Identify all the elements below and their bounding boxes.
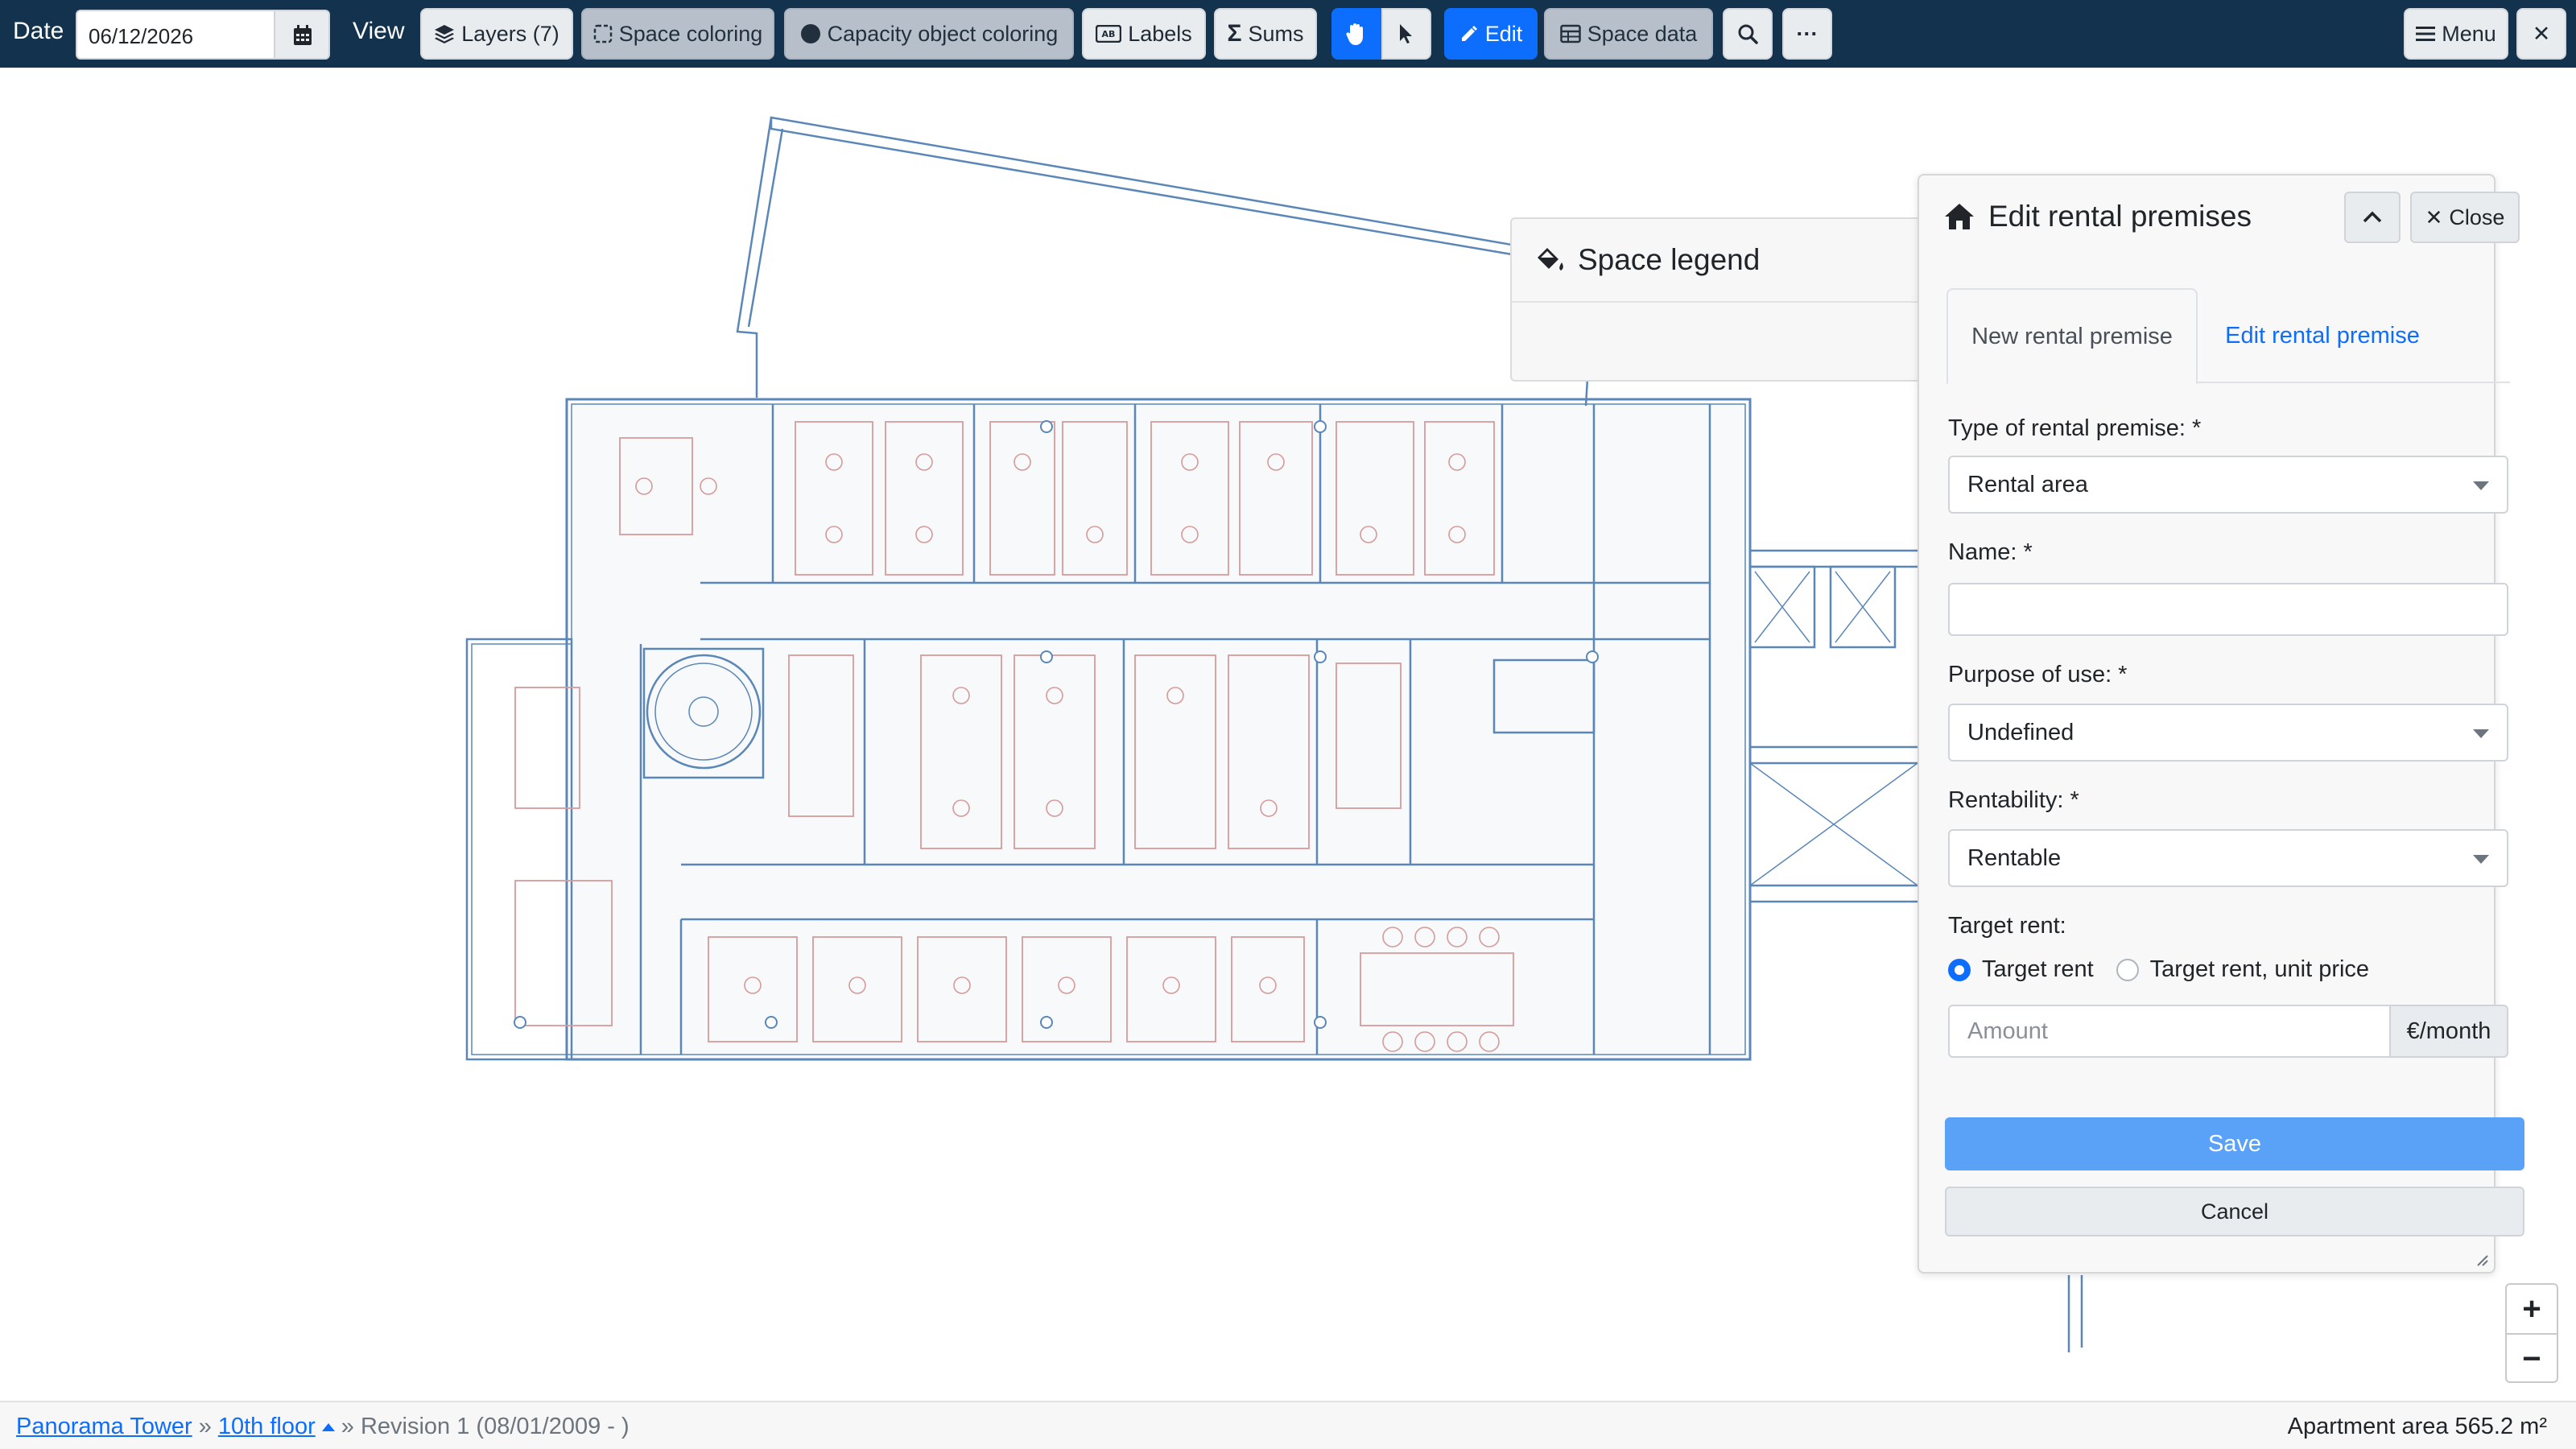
- cursor-arrow-icon: [1400, 24, 1412, 43]
- radio-target-rent-label[interactable]: Target rent: [1982, 956, 2094, 983]
- edit-rental-premises-panel: Edit rental premises ✕ Close New rental …: [1918, 174, 2524, 1274]
- rentability-select[interactable]: Rentable: [1948, 829, 2508, 887]
- radio-target-rent-unit-price[interactable]: [2116, 958, 2139, 981]
- space-coloring-button[interactable]: Space coloring: [581, 8, 774, 60]
- layers-icon: [435, 25, 455, 43]
- rentability-label: Rentability: *: [1948, 787, 2079, 813]
- more-button[interactable]: ···: [1782, 8, 1832, 60]
- name-input[interactable]: [1948, 583, 2508, 636]
- tab-new-rental-premise[interactable]: New rental premise: [1946, 288, 2198, 385]
- target-rent-label: Target rent:: [1948, 913, 2066, 939]
- breadcrumb-floor-link[interactable]: 10th floor: [218, 1414, 316, 1440]
- purpose-label: Purpose of use: *: [1948, 662, 2128, 687]
- panel-title: Edit rental premises: [1943, 200, 2252, 233]
- calendar-icon: [294, 25, 312, 45]
- menu-button[interactable]: Menu: [2404, 8, 2508, 60]
- capacity-object-coloring-button[interactable]: Capacity object coloring: [784, 8, 1074, 60]
- svg-text:AB: AB: [1102, 29, 1116, 39]
- hand-icon: [1346, 23, 1363, 45]
- close-panel-button[interactable]: ✕ Close: [2410, 192, 2520, 243]
- type-select[interactable]: Rental area: [1948, 456, 2508, 514]
- resize-handle-icon[interactable]: [2475, 1253, 2489, 1267]
- status-bar: Panorama Tower » 10th floor » Revision 1…: [0, 1401, 2576, 1449]
- caret-up-icon[interactable]: [321, 1422, 335, 1431]
- tab-edit-rental-premise[interactable]: Edit rental premise: [2198, 288, 2447, 383]
- pencil-icon: [1461, 26, 1477, 41]
- breadcrumb-building-link[interactable]: Panorama Tower: [16, 1414, 192, 1440]
- type-label: Type of rental premise: *: [1948, 415, 2202, 441]
- date-input[interactable]: 06/12/2026: [76, 10, 275, 60]
- collapse-panel-button[interactable]: [2344, 192, 2401, 243]
- zoom-in-button[interactable]: +: [2507, 1285, 2557, 1333]
- radio-target-rent[interactable]: [1948, 958, 1971, 981]
- apartment-area: Apartment area 565.2 m²: [2287, 1414, 2547, 1439]
- target-rent-options: Target rent Target rent, unit price: [1948, 956, 2369, 983]
- caret-down-icon: [2473, 729, 2489, 738]
- cancel-button[interactable]: Cancel: [1945, 1187, 2524, 1236]
- top-toolbar: Date 06/12/2026 View Layers (7) Space co…: [0, 0, 2576, 68]
- breadcrumb-separator: »: [198, 1414, 212, 1439]
- chevron-up-icon: [2363, 211, 2382, 223]
- premise-tabs: New rental premise Edit rental premise: [1946, 288, 2510, 385]
- breadcrumb: Panorama Tower » 10th floor » Revision 1…: [16, 1414, 630, 1440]
- select-tool-button[interactable]: [1381, 8, 1431, 60]
- edit-button[interactable]: Edit: [1444, 8, 1538, 60]
- view-label: View: [353, 18, 405, 44]
- table-icon: [1559, 24, 1581, 43]
- space-data-button[interactable]: Space data: [1544, 8, 1713, 60]
- hamburger-icon: [2416, 27, 2436, 41]
- revision-text: » Revision 1 (08/01/2009 - ): [341, 1414, 630, 1439]
- close-app-button[interactable]: ✕: [2516, 8, 2566, 60]
- amount-input[interactable]: Amount: [1948, 1005, 2391, 1058]
- zoom-control: + −: [2505, 1283, 2558, 1383]
- dashed-square-icon: [593, 24, 612, 43]
- purpose-select[interactable]: Undefined: [1948, 704, 2508, 762]
- space-legend-panel: Space legend: [1510, 217, 1929, 382]
- pan-tool-button[interactable]: [1331, 8, 1381, 60]
- ellipsis-icon: ···: [1796, 21, 1818, 46]
- panel-title-text: Edit rental premises: [1988, 200, 2252, 233]
- space-legend-title: Space legend: [1578, 243, 1761, 276]
- sigma-icon: Σ: [1227, 20, 1242, 47]
- search-button[interactable]: [1723, 8, 1773, 60]
- label-tag-icon: AB: [1096, 25, 1122, 43]
- sums-button[interactable]: Σ Sums: [1214, 8, 1317, 60]
- paint-bucket-icon: [1538, 248, 1563, 270]
- labels-button[interactable]: AB Labels: [1082, 8, 1206, 60]
- radio-unit-price-label[interactable]: Target rent, unit price: [2150, 956, 2369, 983]
- home-icon: [1945, 204, 1974, 229]
- zoom-out-button[interactable]: −: [2507, 1335, 2557, 1383]
- close-icon: ✕: [2425, 204, 2443, 229]
- layers-button[interactable]: Layers (7): [420, 8, 573, 60]
- caret-down-icon: [2473, 481, 2489, 490]
- unit-addon: €/month: [2389, 1005, 2508, 1058]
- circle-icon: [800, 24, 820, 43]
- name-label: Name: *: [1948, 539, 2033, 565]
- caret-down-icon: [2473, 855, 2489, 864]
- calendar-button[interactable]: [275, 10, 330, 60]
- save-button[interactable]: Save: [1945, 1117, 2524, 1170]
- search-icon: [1738, 24, 1758, 44]
- date-label: Date: [13, 18, 64, 44]
- close-icon: ✕: [2532, 21, 2551, 46]
- space-legend-header: Space legend: [1512, 219, 1927, 303]
